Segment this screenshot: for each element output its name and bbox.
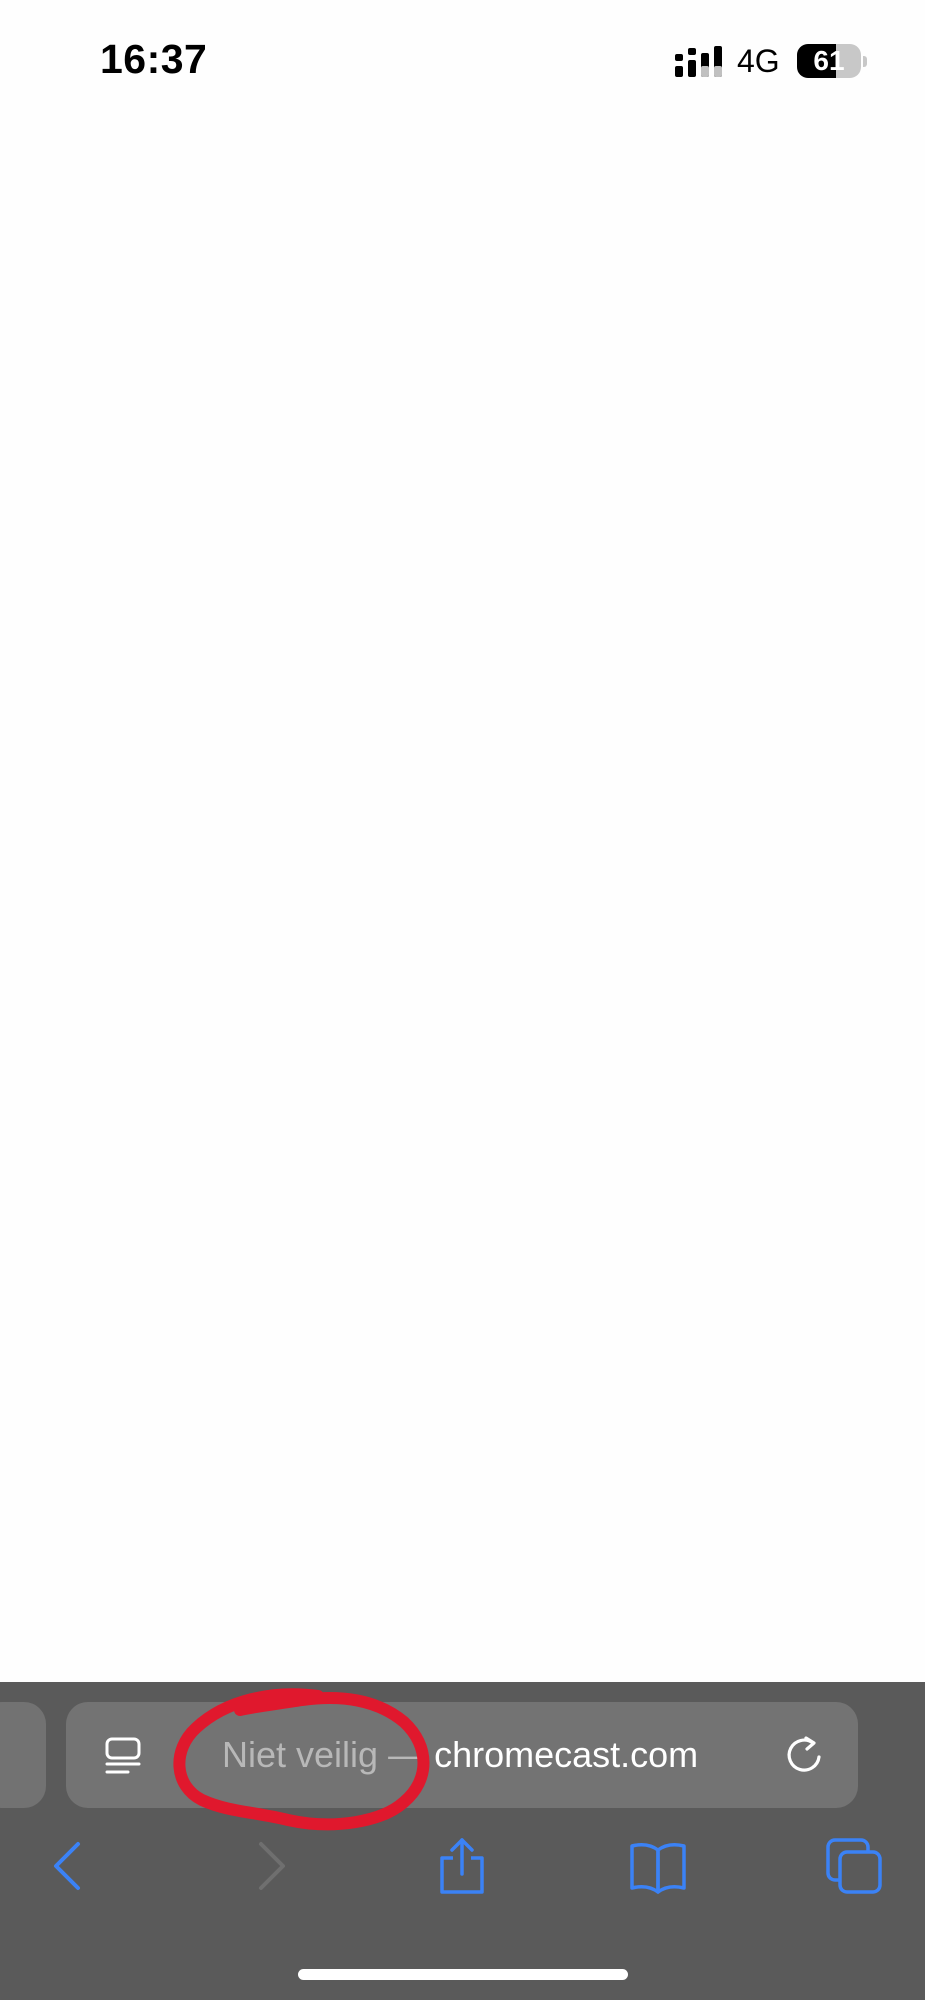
forward-button[interactable] bbox=[239, 1836, 299, 1896]
share-button[interactable] bbox=[432, 1836, 492, 1896]
url-domain: chromecast.com bbox=[434, 1734, 699, 1775]
previous-tab-peek[interactable] bbox=[0, 1702, 46, 1808]
back-button[interactable] bbox=[40, 1836, 100, 1896]
bookmarks-button[interactable] bbox=[628, 1836, 688, 1896]
url-display[interactable]: Niet veilig — chromecast.com bbox=[222, 1702, 698, 1808]
address-bar[interactable]: Niet veilig — chromecast.com bbox=[66, 1702, 858, 1808]
reload-icon[interactable] bbox=[782, 1733, 826, 1777]
url-separator: — bbox=[388, 1734, 425, 1775]
cellular-signal-icon bbox=[675, 46, 722, 77]
network-type: 4G bbox=[737, 43, 780, 79]
battery-icon: 61 bbox=[797, 44, 867, 80]
status-time: 16:37 bbox=[100, 36, 208, 82]
page-menu-icon[interactable] bbox=[102, 1735, 144, 1777]
web-content-area[interactable] bbox=[0, 120, 925, 1682]
security-label: Niet veilig bbox=[222, 1734, 379, 1775]
tabs-button[interactable] bbox=[824, 1836, 884, 1896]
battery-level: 61 bbox=[813, 45, 845, 76]
home-indicator[interactable] bbox=[298, 1969, 628, 1980]
status-bar: 16:37 4G 61 bbox=[0, 0, 925, 120]
